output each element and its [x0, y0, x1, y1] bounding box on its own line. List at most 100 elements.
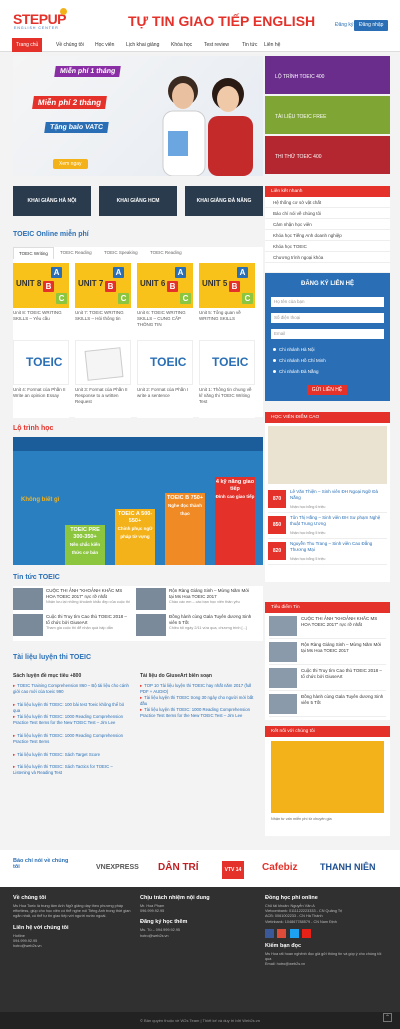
tab-writing[interactable]: TOEIC Writing — [13, 247, 54, 259]
branch-radio-danang[interactable]: Chi nhánh Đà Nẵng — [273, 369, 319, 374]
lesson-card[interactable]: UNIT 6 A B C Unit 6: TOEIC WRITING SKILLS – … — [137, 263, 193, 341]
student-row[interactable]: 850 Tôn Thị Hằng – Sinh viên ĐH Sư phạm N… — [268, 513, 387, 539]
lesson-card[interactable]: TOEIC Unit 2: Format của Phần I write a s… — [137, 340, 193, 418]
banner-free-docs[interactable]: TÀI LIỆU TOEIC FREE — [265, 96, 390, 134]
quick-link[interactable]: Khóa học TOEIC — [265, 241, 390, 252]
lesson-caption: Unit 1: Thông tin chung về kĩ năng thi T… — [199, 387, 252, 404]
site-slogan: TỰ TIN GIAO TIẾP ENGLISH — [128, 13, 316, 29]
top-students-title: HỌC VIÊN ĐIỂM CAO — [265, 412, 390, 423]
doc-link[interactable]: Tài liệu luyện thi TOEIC: 1000 Reading C… — [13, 714, 131, 725]
roadmap-step-2: TOEIC A 500-550+ Chinh phục ngữ pháp từ v… — [115, 509, 155, 565]
lesson-thumbnail: TOEIC — [199, 340, 255, 385]
lesson-card[interactable]: UNIT 8 A B C Unit 8: TOEIC WRITING SKILLS – … — [13, 263, 69, 341]
docs-title: Tài liệu luyện thi TOEIC — [13, 654, 92, 661]
phone-input[interactable]: Số điện thoại — [271, 313, 384, 323]
press-logo-thanhnien[interactable]: THANH NIÊN — [320, 862, 376, 872]
student-row[interactable]: 870 Lê Văn Thiện – Sinh viên ĐH Ngoại Ngữ… — [268, 487, 387, 513]
email-input[interactable]: Email — [271, 329, 384, 339]
banner-khai-giang-danang[interactable]: KHAI GIẢNG ĐÀ NẴNG — [185, 186, 263, 216]
nav-item-test-review[interactable]: Test review — [204, 38, 229, 52]
doc-link[interactable]: Tài liệu luyện thi TOEIC: Sách Target Sc… — [13, 752, 131, 758]
quick-link[interactable]: Chương trình ngoại khóa — [265, 252, 390, 263]
student-note: Nhận học bổng 5 triệu — [290, 557, 326, 561]
top-students-box: HỌC VIÊN ĐIỂM CAO 870 Lê Văn Thiện – Sinh… — [265, 412, 390, 582]
connect-banner-image[interactable] — [271, 741, 384, 813]
hero-banner[interactable]: Miễn phí 1 tháng Miễn phí 2 tháng Tặng b… — [13, 56, 263, 176]
featured-item[interactable]: Đồng hành cùng Gala Tuyên dương Sinh viê… — [269, 691, 386, 717]
nav-item-schedule[interactable]: Lịch khai giảng — [126, 38, 159, 52]
letter-a-icon: A — [175, 267, 186, 278]
student-name: Lê Văn Thiện – Sinh viên ĐH Ngoại Ngữ Đà… — [290, 489, 378, 500]
press-logo-cafebiz[interactable]: Cafebiz — [262, 862, 298, 873]
featured-item[interactable]: Rộn Ràng Giáng Sinh – Mừng Năm Mới tại M… — [269, 639, 386, 665]
branch-radio-hanoi[interactable]: Chi nhánh Hà Nội — [273, 347, 315, 352]
name-input[interactable]: Họ tên của bạn — [271, 297, 384, 307]
tab-reading-2[interactable]: TOEIC Reading — [145, 247, 187, 259]
doc-link[interactable]: Tài liệu luyện thi TOEIC: 1000 Reading C… — [13, 733, 131, 744]
banner-mock-test[interactable]: THI THỬ TOEIC 400 — [265, 136, 390, 174]
facebook-icon[interactable] — [265, 928, 274, 938]
lesson-card[interactable]: TOEIC Unit 4: Format của Phần II Write an… — [13, 340, 69, 418]
letter-b-icon: B — [105, 281, 116, 292]
featured-thumbnail — [269, 694, 297, 714]
tab-reading[interactable]: TOEIC Reading — [55, 247, 97, 259]
quick-link[interactable]: Cảm nhận học viên — [265, 219, 390, 230]
student-row[interactable]: 820 Nguyễn Thu Trang – Sinh viên Cao Đẳng… — [268, 539, 387, 565]
news-headline: Đồng hành cùng Gala Tuyên dương Sinh viê… — [169, 614, 252, 625]
hero-watch-button[interactable]: Xem ngay — [53, 159, 88, 169]
quick-link[interactable]: Hệ thống cơ sở vật chất — [265, 197, 390, 208]
quick-link[interactable]: Khóa học Tiếng Anh doanh nghiệp — [265, 230, 390, 241]
lesson-card[interactable]: Unit 3: Format của Phần II Response to a… — [75, 340, 131, 418]
lesson-card[interactable]: UNIT 5 A B C Unit 5: Tổng quan về WRITING SK… — [199, 263, 255, 341]
nav-item-home[interactable]: Trang chủ — [12, 38, 43, 52]
news-item[interactable]: CUỘC THI ẢNH "KHOẢNH KHẮC MS HOA TOEIC 2… — [13, 588, 131, 614]
doc-link[interactable]: TOEIC Training Comprehension 860 – Bộ tà… — [13, 683, 131, 694]
lesson-unit-label: UNIT 6 — [140, 279, 166, 288]
footer-mail[interactable]: hotro@web2s.vn — [13, 944, 133, 949]
submit-contact-button[interactable]: GỬI LIÊN HỆ — [307, 385, 347, 395]
press-logo-dantri[interactable]: DÂN TRÍ — [158, 862, 199, 873]
lesson-card[interactable]: UNIT 7 A B C Unit 7: TOEIC WRITING SKILLS – … — [75, 263, 131, 341]
press-logo-vtv14[interactable]: VTV 14 — [222, 861, 244, 879]
google-plus-icon[interactable] — [277, 928, 287, 938]
footer-reader-mail[interactable]: Email: hotro@web2s.vn — [265, 962, 385, 967]
lesson-unit-label: TOEIC — [212, 355, 249, 369]
doc-link[interactable]: Tài liệu luyện thi TOEIC: Sách Tactics f… — [13, 764, 131, 775]
twitter-icon[interactable] — [289, 928, 299, 938]
lesson-card[interactable]: TOEIC Unit 1: Thông tin chung về kĩ năng … — [199, 340, 255, 418]
banner-khai-giang-hcm[interactable]: KHAI GIẢNG HCM — [99, 186, 177, 216]
doc-link[interactable]: Tài liệu luyện thi TOEIC: 1000 Reading C… — [140, 707, 258, 718]
press-logo-vnexpress[interactable]: VNEXPRESS — [96, 864, 139, 871]
footer-reg-mail[interactable]: hotro@web2s.vn — [140, 934, 260, 939]
banner-khai-giang-hanoi[interactable]: KHAI GIẢNG HÀ NỘI — [13, 186, 91, 216]
featured-item[interactable]: Cuộc thi Truy tìm Cao thủ TOEIC 2018 – t… — [269, 665, 386, 691]
doc-link[interactable]: TOP 10 Tài liệu luyện thi TOEIC hay nhất… — [140, 683, 258, 694]
quick-link[interactable]: Báo chí nói về chúng tôi — [265, 208, 390, 219]
nav-item-about[interactable]: Về chúng tôi — [56, 38, 84, 52]
footer-payment-heading: Đồng học phí online — [265, 895, 318, 901]
nav-item-contact[interactable]: Liên hệ — [264, 38, 280, 52]
banner-roadmap-400[interactable]: LỘ TRÌNH TOEIC 400 — [265, 56, 390, 94]
tab-speaking[interactable]: TOEIC Speaking — [99, 247, 143, 259]
news-item[interactable]: Cuộc thi Truy tìm Cao thủ TOEIC 2018 – t… — [13, 614, 131, 640]
doc-link[interactable]: Tài liệu luyện thi TOEIC: 100 bài test T… — [13, 702, 131, 713]
doc-link[interactable]: Tài liệu luyện thi TOEIC trong 30 ngày c… — [140, 695, 258, 706]
lesson-unit-label: UNIT 5 — [202, 279, 228, 288]
news-item[interactable]: Rộn Ràng Giáng Sinh – Mừng Năm Mới tại M… — [136, 588, 254, 614]
lesson-caption: Unit 6: TOEIC WRITING SKILLS – CUNG CẤP … — [137, 310, 186, 327]
youtube-icon[interactable] — [301, 928, 311, 938]
news-item[interactable]: Đồng hành cùng Gala Tuyên dương Sinh viê… — [136, 614, 254, 640]
scroll-top-icon[interactable]: ⌃ — [383, 1013, 392, 1022]
press-bar: Báo chí nói về chúng tôi VNEXPRESS DÂN T… — [0, 850, 400, 887]
login-button[interactable]: Đăng nhập — [354, 20, 389, 31]
site-logo[interactable]: STEPUP — [13, 11, 67, 27]
roadmap-step-3-sub: Nghe đọc thành thạo — [168, 503, 202, 516]
nav-item-courses[interactable]: Khóa học — [171, 38, 192, 52]
footer-about-heading: Về chúng tôi — [13, 895, 46, 901]
footer-bank-3: Vietinbank: 104867788579 - CN Nam Định — [265, 919, 337, 924]
branch-radio-hcm[interactable]: Chi nhánh Hồ Chí Minh — [273, 358, 326, 363]
featured-item[interactable]: CUỘC THI ẢNH "KHOẢNH KHẮC MS HOA TOEIC 2… — [269, 613, 386, 639]
nav-item-news[interactable]: Tin tức — [242, 38, 257, 52]
nav-item-students[interactable]: Học viên — [95, 38, 114, 52]
letter-a-icon: A — [113, 267, 124, 278]
